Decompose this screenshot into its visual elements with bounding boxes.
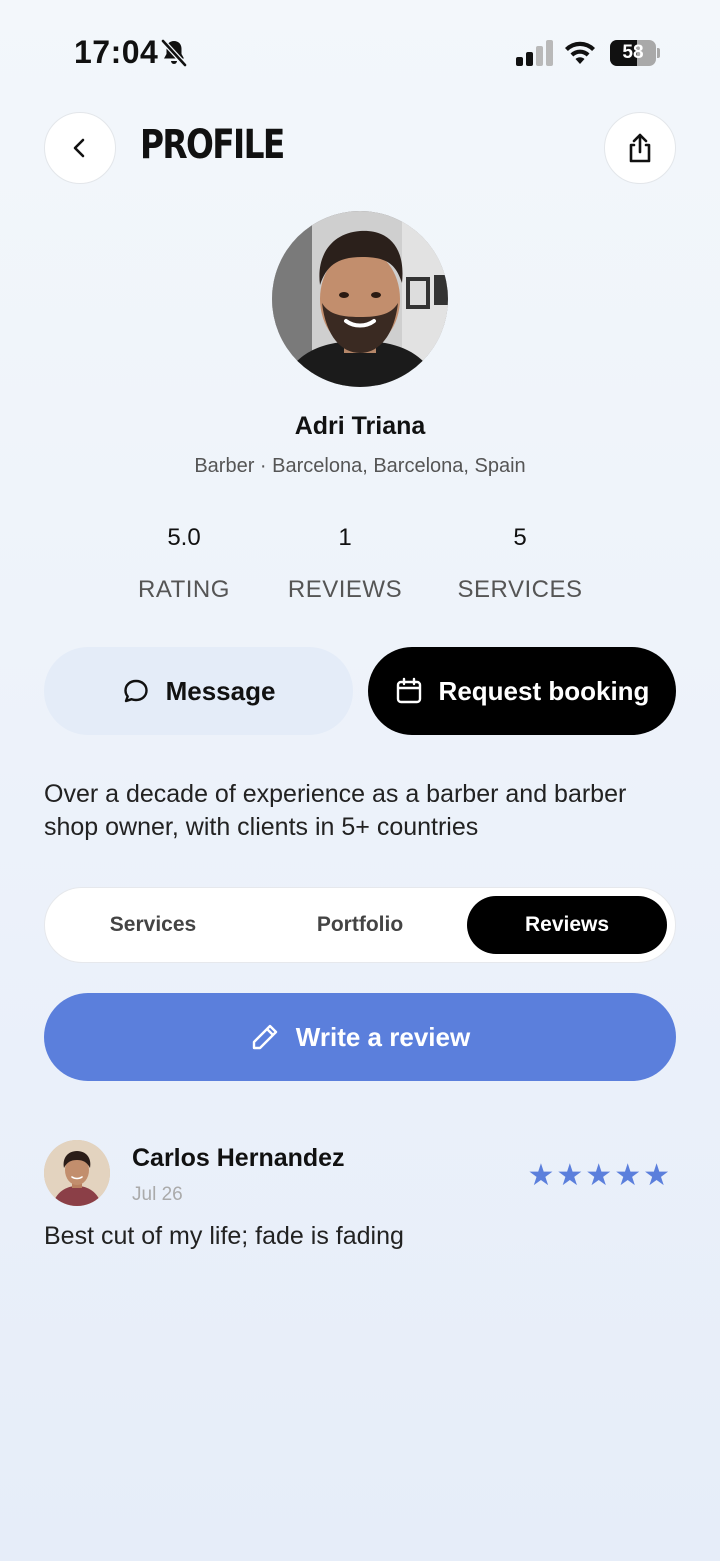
profile-avatar <box>272 211 448 387</box>
review-stars: ★★★★★ <box>527 1159 672 1192</box>
back-button[interactable] <box>44 112 116 184</box>
review-date: Jul 26 <box>132 1184 183 1205</box>
message-button[interactable]: Message <box>44 647 353 735</box>
wifi-icon <box>565 41 595 64</box>
profile-bio: Over a decade of experience as a barber … <box>44 780 627 841</box>
stat-rating: 5.0 RATING <box>94 524 274 604</box>
tab-services[interactable]: Services <box>53 896 253 954</box>
chat-bubble-icon <box>123 679 148 703</box>
stat-reviews-value: 1 <box>338 524 352 551</box>
share-icon <box>629 133 651 163</box>
status-bar: 17:04 58 <box>0 0 720 100</box>
stat-rating-label: RATING <box>138 576 230 603</box>
request-booking-button[interactable]: Request booking <box>368 647 676 735</box>
profile-subtitle: Barber · Barcelona, Barcelona, Spain <box>194 455 526 477</box>
reviewer-avatar <box>44 1140 110 1206</box>
battery-icon: 58 <box>610 40 660 66</box>
stat-rating-value: 5.0 <box>167 524 201 551</box>
chevron-left-icon <box>73 138 85 158</box>
tab-bar: Services Portfolio Reviews <box>44 887 676 963</box>
write-review-label: Write a review <box>295 1021 471 1052</box>
reviewer-name: Carlos Hernandez <box>132 1144 345 1172</box>
page-title: PROFILE <box>140 122 285 168</box>
pencil-icon <box>252 1024 277 1050</box>
signal-icon <box>516 40 553 66</box>
tab-portfolio[interactable]: Portfolio <box>260 896 460 954</box>
calendar-icon <box>396 677 421 704</box>
stat-services-label: SERVICES <box>457 576 583 603</box>
share-button[interactable] <box>604 112 676 184</box>
stat-reviews: 1 REVIEWS <box>255 524 435 604</box>
request-booking-label: Request booking <box>438 675 650 706</box>
stat-services: 5 SERVICES <box>430 524 610 604</box>
bell-slash-icon <box>161 39 187 67</box>
tab-reviews[interactable]: Reviews <box>467 896 667 954</box>
review-item: Carlos Hernandez Jul 26 ★★★★★ Best cut o… <box>44 1140 676 1260</box>
stat-services-value: 5 <box>513 524 527 551</box>
review-text: Best cut of my life; fade is fading <box>44 1222 404 1250</box>
status-time: 17:04 <box>74 34 159 70</box>
profile-name: Adri Triana <box>294 412 426 440</box>
battery-level: 58 <box>622 42 644 63</box>
write-review-button[interactable]: Write a review <box>44 993 676 1081</box>
message-button-label: Message <box>165 675 276 706</box>
stat-reviews-label: REVIEWS <box>287 576 403 603</box>
